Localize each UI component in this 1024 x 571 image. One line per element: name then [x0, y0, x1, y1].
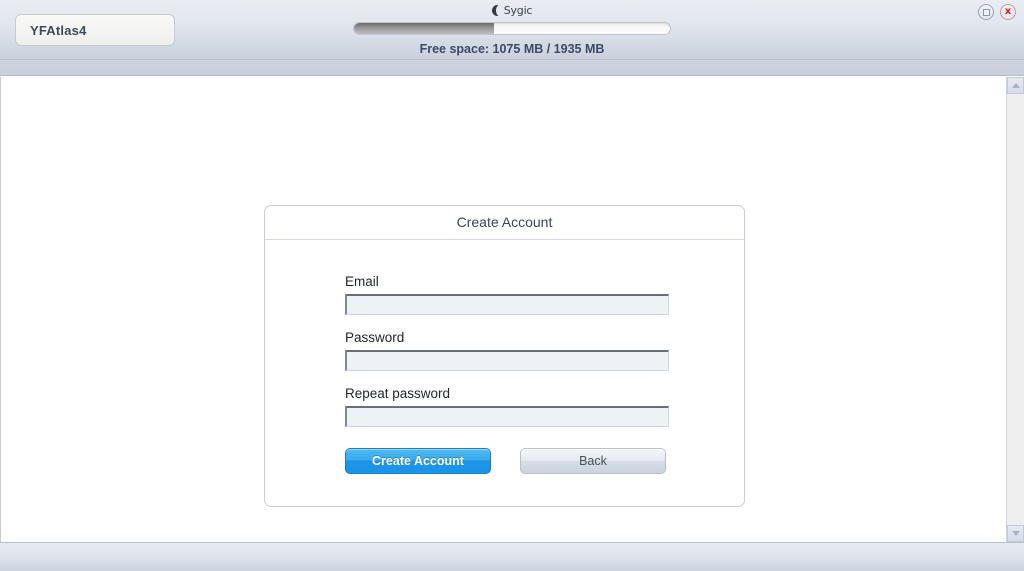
repeat-password-field-group: Repeat password	[345, 386, 744, 427]
password-label: Password	[345, 330, 405, 345]
header-divider-strip	[0, 60, 1024, 76]
storage-progress-fill	[354, 23, 495, 34]
create-account-button[interactable]: Create Account	[345, 448, 491, 474]
device-tab-label: YFAtlas4	[30, 22, 87, 38]
create-account-dialog: Create Account Email Password Repeat pas…	[264, 205, 745, 507]
repeat-password-label: Repeat password	[345, 386, 451, 401]
repeat-password-input[interactable]	[345, 406, 669, 427]
crescent-moon-icon	[491, 4, 503, 16]
chevron-up-icon	[1011, 83, 1020, 88]
window-controls: x	[978, 4, 1016, 20]
restore-button[interactable]	[978, 4, 994, 20]
sygic-brand-logo: Sygic	[0, 2, 1024, 18]
application-window: YFAtlas4 Sygic Free space: 1075 MB / 193…	[0, 0, 1024, 571]
status-bar	[0, 542, 1024, 571]
close-button[interactable]: x	[1000, 4, 1016, 20]
email-label: Email	[345, 274, 379, 289]
dialog-button-row: Create Account Back	[345, 448, 744, 474]
dialog-body: Email Password Repeat password Create Ac…	[265, 240, 744, 474]
scroll-down-button[interactable]	[1007, 525, 1024, 542]
dialog-title: Create Account	[265, 206, 744, 240]
scroll-up-button[interactable]	[1007, 77, 1024, 94]
brand-name-label: Sygic	[503, 3, 533, 17]
vertical-scrollbar[interactable]	[1006, 77, 1024, 542]
password-input[interactable]	[345, 350, 669, 371]
email-input[interactable]	[345, 294, 669, 315]
chevron-down-icon	[1011, 531, 1020, 536]
window-header: YFAtlas4 Sygic Free space: 1075 MB / 193…	[0, 0, 1024, 60]
storage-progress-bar	[353, 22, 671, 35]
content-area: Create Account Email Password Repeat pas…	[0, 77, 1024, 542]
square-icon	[982, 8, 990, 16]
email-field-group: Email	[345, 274, 744, 315]
close-x-icon: x	[1004, 6, 1012, 17]
back-button[interactable]: Back	[520, 448, 666, 474]
password-field-group: Password	[345, 330, 744, 371]
scrollbar-track[interactable]	[1007, 94, 1024, 525]
free-space-label: Free space: 1075 MB / 1935 MB	[419, 42, 605, 56]
